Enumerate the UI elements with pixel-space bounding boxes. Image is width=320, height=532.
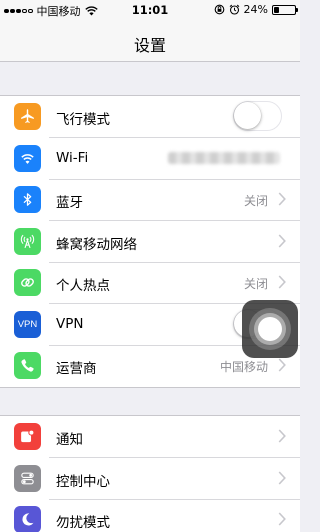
settings-row-label: 控制中心 [56,473,110,490]
notifications-icon [14,423,41,450]
assistive-touch-button[interactable] [242,300,298,358]
settings-row-label: 通知 [56,432,83,448]
status-bar: 中国移动 11:01 24% [0,0,300,20]
settings-row-cellular[interactable]: 蜂窝移动网络 [0,221,300,262]
chevron-right-icon [278,233,286,248]
airplane-icon [14,103,41,130]
settings-row-wifi[interactable]: Wi-Fi [0,138,300,179]
settings-row-bluetooth[interactable]: 蓝牙 关闭 [0,179,300,221]
status-right: 24% [214,3,298,16]
settings-row-label: Wi-Fi [56,149,89,166]
navigation-bar: 设置 [0,20,300,62]
settings-row-airplane-mode[interactable]: 飞行模式 [0,96,300,138]
hotspot-link-icon [14,269,41,296]
cellular-antenna-icon [14,227,41,255]
bluetooth-icon [14,186,41,213]
battery-percentage: 24% [243,3,268,16]
vpn-icon: VPN [14,310,41,338]
battery-icon [272,4,298,15]
settings-row-label: 运营商 [56,361,97,377]
wifi-network-name-redacted [168,151,280,164]
airplane-mode-toggle[interactable] [233,101,282,131]
settings-group-system: 通知 控制中心 勿扰模式 [0,415,300,532]
settings-row-label: 飞行模式 [56,112,110,128]
moon-icon [14,506,41,532]
settings-row-label: 勿扰模式 [56,515,110,531]
toggle-knob [234,102,261,129]
settings-row-personal-hotspot[interactable]: 个人热点 关闭 [0,262,300,304]
vpn-icon-text: VPN [17,318,38,330]
control-center-icon [14,464,41,492]
chevron-right-icon [278,358,286,372]
chevron-right-icon [278,429,286,443]
carrier-value: 中国移动 [219,360,268,374]
settings-row-do-not-disturb[interactable]: 勿扰模式 [0,499,300,532]
rotation-lock-icon [214,4,224,15]
chevron-right-icon [278,470,286,485]
settings-row-label: 蓝牙 [56,195,83,211]
page-title: 设置 [133,36,166,55]
settings-row-notifications[interactable]: 通知 [0,416,300,458]
hotspot-status-value: 关闭 [243,277,268,291]
settings-row-control-center[interactable]: 控制中心 [0,458,300,499]
settings-row-label: 个人热点 [56,278,110,294]
alarm-clock-icon [229,4,239,15]
chevron-right-icon [278,275,286,289]
bluetooth-status-value: 关闭 [243,194,268,208]
settings-row-label: VPN [56,315,84,332]
chevron-right-icon [278,512,286,526]
phone-icon [14,352,41,379]
wifi-icon [14,144,41,172]
settings-row-label: 蜂窝移动网络 [56,236,137,253]
chevron-right-icon [278,192,286,206]
